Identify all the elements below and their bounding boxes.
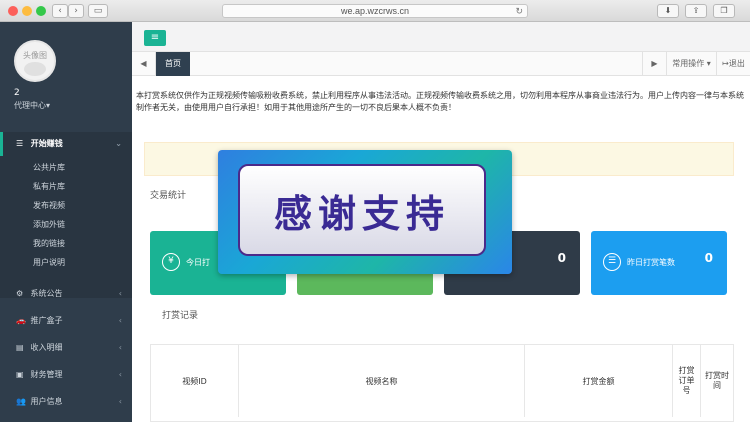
users-icon: 👥 [16, 397, 26, 406]
chevron-left-icon: ‹ [118, 316, 122, 325]
sidebar-item-start-earning[interactable]: ☰ 开始赚钱 ⌄ [0, 132, 132, 156]
address-bar[interactable]: we.ap.wzcrws.cn ↻ [222, 4, 528, 18]
user-role-dropdown[interactable]: 代理中心▾ [14, 100, 50, 111]
ledger-icon: ▤ [16, 343, 24, 352]
tabs-bar: ◀ 首页 ▶ 常用操作 ▾ ↦退出 [132, 52, 750, 76]
browser-toolbar: ‹ › ▭ we.ap.wzcrws.cn ↻ ⬇ ⇪ ❐ [0, 0, 750, 22]
wallet-icon: ▣ [16, 370, 24, 379]
tab-scroll-right-button[interactable]: ▶ [642, 52, 666, 76]
list-circle-icon: ☰ [603, 253, 621, 271]
column-header-order-no: 打赏订单号 [673, 345, 701, 417]
user-name: 2 [14, 88, 20, 98]
sidebar: 头像图 2 代理中心▾ ☰ 开始赚钱 ⌄ 公共片库 私有片库 发布视频 添加外链… [0, 22, 132, 422]
stat-card-yesterday-count: ☰ 昨日打赏笔数 0 [591, 231, 727, 295]
sub-item-my-links[interactable]: 我的链接 [33, 238, 65, 249]
thanks-panel: 感谢支持 [238, 164, 486, 256]
chevron-left-icon: ‹ [118, 289, 122, 298]
column-header-video-id: 视频ID [151, 345, 239, 417]
download-icon[interactable]: ⬇ [657, 4, 679, 18]
sidebar-item-label: 开始赚钱 [30, 139, 63, 148]
stat-value: 0 [557, 251, 566, 265]
avatar[interactable]: 头像图 [14, 40, 56, 82]
logout-button[interactable]: ↦退出 [716, 52, 750, 76]
top-bar: ≡ [132, 22, 750, 52]
yuan-icon: ¥ [162, 253, 180, 271]
chevron-left-icon: ‹ [118, 343, 122, 352]
sidebar-item-user-info[interactable]: 👥 用户信息 ‹ [0, 390, 132, 414]
column-header-amount: 打赏金额 [525, 345, 673, 417]
column-header-time: 打赏时间 [705, 371, 729, 390]
common-actions-dropdown[interactable]: 常用操作 ▾ [666, 52, 716, 76]
close-window-icon[interactable] [8, 6, 18, 16]
sidebar-item-label: 收入明细 [30, 343, 63, 352]
gear-icon: ⚙ [16, 289, 24, 298]
tabs-overview-icon[interactable]: ❐ [713, 4, 735, 18]
sidebar-item-label: 财务管理 [30, 370, 63, 379]
sub-item-private-library[interactable]: 私有片库 [33, 181, 65, 192]
list-icon: ☰ [16, 139, 24, 148]
sidebar-item-label: 用户信息 [30, 397, 63, 406]
stat-value: 0 [704, 251, 713, 265]
chevron-left-icon: ‹ [118, 397, 122, 406]
forward-button[interactable]: › [68, 4, 84, 18]
chevron-left-icon: ‹ [118, 370, 122, 379]
sub-item-publish-video[interactable]: 发布视频 [33, 200, 65, 211]
thanks-text: 感谢支持 [273, 190, 450, 236]
sidebar-submenu: 公共片库 私有片库 发布视频 添加外链 我的链接 用户说明 [0, 156, 132, 298]
sidebar-item-label: 推广盒子 [30, 316, 63, 325]
chevron-down-icon: ⌄ [115, 139, 122, 148]
avatar-face [24, 62, 46, 76]
column-header-video-name: 视频名称 [239, 345, 525, 417]
back-button[interactable]: ‹ [52, 4, 68, 18]
stat-label: 昨日打赏笔数 [627, 258, 675, 267]
thanks-overlay: 感谢支持 [218, 150, 512, 274]
car-icon: 🚗 [16, 316, 26, 325]
sidebar-toggle-icon[interactable]: ▭ [88, 4, 108, 18]
reload-icon[interactable]: ↻ [515, 5, 523, 17]
maximize-window-icon[interactable] [36, 6, 46, 16]
url-text: we.ap.wzcrws.cn [340, 6, 410, 16]
sub-item-user-guide[interactable]: 用户说明 [33, 257, 65, 268]
stats-title: 交易统计 [150, 191, 187, 201]
sidebar-item-finance[interactable]: ▣ 财务管理 ‹ [0, 363, 132, 387]
sidebar-item-label: 系统公告 [30, 289, 63, 298]
avatar-label: 头像图 [23, 51, 47, 60]
sub-item-add-external-link[interactable]: 添加外链 [33, 219, 65, 230]
sub-item-public-library[interactable]: 公共片库 [33, 162, 65, 173]
records-title: 打赏记录 [162, 311, 199, 321]
sidebar-item-announcements[interactable]: ⚙ 系统公告 ‹ [0, 282, 132, 306]
share-icon[interactable]: ⇪ [685, 4, 707, 18]
records-table: 视频ID 视频名称 打赏金额 打赏订单号 打赏时间 [150, 344, 734, 422]
sidebar-item-promo-box[interactable]: 🚗 推广盒子 ‹ [0, 309, 132, 333]
menu-toggle-button[interactable]: ≡ [144, 30, 166, 46]
sidebar-item-income-details[interactable]: ▤ 收入明细 ‹ [0, 336, 132, 360]
tab-scroll-left-button[interactable]: ◀ [132, 52, 156, 76]
tab-home[interactable]: 首页 [156, 52, 190, 76]
minimize-window-icon[interactable] [22, 6, 32, 16]
disclaimer-text: 本打赏系统仅供作为正规视频传输吸粉收费系统，禁止利用程序从事违法活动。正规视频传… [136, 91, 744, 112]
stat-label: 今日打 [186, 258, 210, 267]
